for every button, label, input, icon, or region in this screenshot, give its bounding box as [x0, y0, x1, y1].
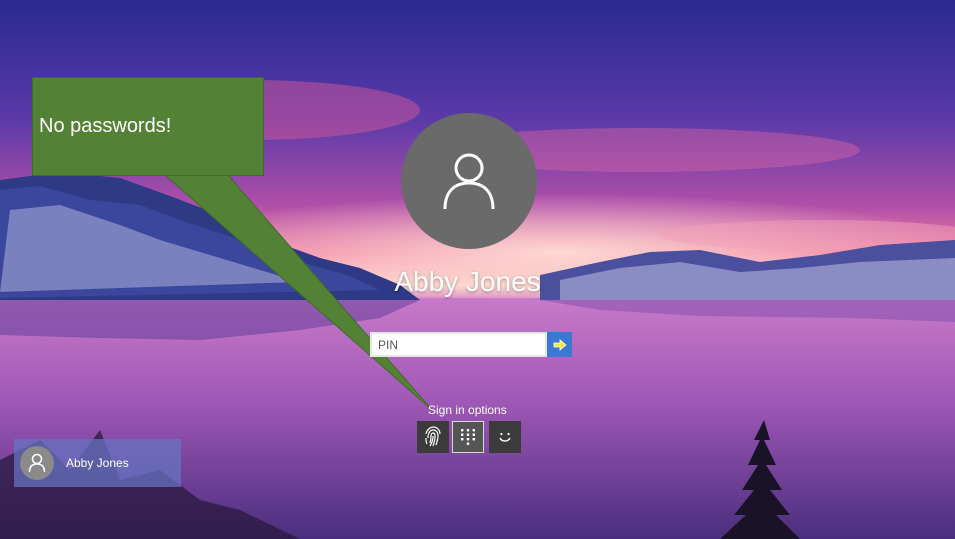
pin-keypad-icon: [461, 429, 475, 445]
user-tile-avatar: [20, 446, 54, 480]
face-recognition-icon: [499, 432, 511, 442]
callout-text: No passwords!: [39, 115, 172, 137]
account-username: Abby Jones: [394, 266, 541, 297]
user-avatar-icon: [28, 453, 46, 473]
fingerprint-icon: [425, 426, 441, 447]
user-tile-name: Abby Jones: [66, 456, 129, 470]
pin-input-box[interactable]: [370, 332, 547, 357]
user-avatar-icon: [443, 153, 495, 210]
signin-options-label: Sign in options: [428, 403, 507, 417]
pin-input[interactable]: [372, 334, 545, 356]
face-option-button[interactable]: [489, 421, 521, 453]
user-switcher-tile[interactable]: Abby Jones: [14, 439, 181, 487]
fingerprint-option-button[interactable]: [417, 421, 449, 453]
user-avatar: [401, 113, 537, 249]
arrow-right-icon: [553, 338, 567, 351]
pin-option-button[interactable]: [452, 421, 484, 453]
submit-pin-button[interactable]: [547, 332, 572, 357]
